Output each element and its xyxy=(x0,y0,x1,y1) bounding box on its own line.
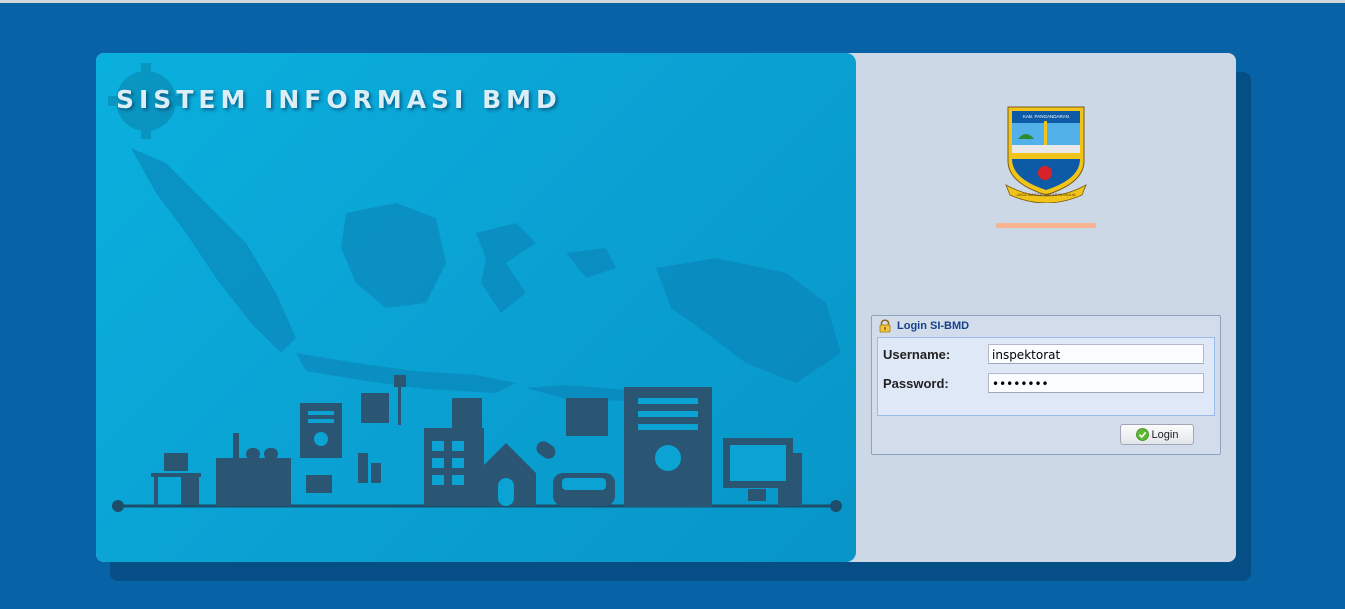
banner-title: SISTEM INFORMASI BMD xyxy=(116,85,562,114)
password-input[interactable]: •••••••• xyxy=(988,373,1204,393)
login-header: Login SI-BMD xyxy=(872,316,1220,336)
login-panel: KAB. PANGANDARAN JAGA MARGA MAKARYA MULI… xyxy=(856,53,1236,562)
emblem-top-text: KAB. PANGANDARAN xyxy=(1023,114,1069,119)
username-row: Username: inspektorat xyxy=(883,344,1209,366)
accent-divider xyxy=(996,223,1096,228)
banner-panel: SISTEM INFORMASI BMD xyxy=(96,53,856,562)
login-fields: Username: inspektorat Password: •••••••• xyxy=(877,337,1215,416)
login-form-panel: Login SI-BMD Username: inspektorat Passw… xyxy=(871,315,1221,455)
login-button-label: Login xyxy=(1151,428,1179,441)
login-card: SISTEM INFORMASI BMD KAB. PANGANDARAN JA… xyxy=(96,53,1236,562)
login-button[interactable]: Login xyxy=(1120,424,1194,445)
top-border xyxy=(0,0,1345,3)
password-label: Password: xyxy=(883,376,949,391)
banner-illustration xyxy=(108,63,842,512)
emblem-ribbon-text: JAGA MARGA MAKARYA MULIA xyxy=(1016,192,1076,197)
lock-icon xyxy=(879,319,891,333)
kabupaten-emblem-logo: KAB. PANGANDARAN JAGA MARGA MAKARYA MULI… xyxy=(1005,106,1087,203)
login-header-title: Login SI-BMD xyxy=(897,320,970,332)
password-row: Password: •••••••• xyxy=(883,373,1209,395)
check-icon xyxy=(1135,428,1149,441)
username-input[interactable]: inspektorat xyxy=(988,344,1204,364)
username-label: Username: xyxy=(883,347,951,362)
